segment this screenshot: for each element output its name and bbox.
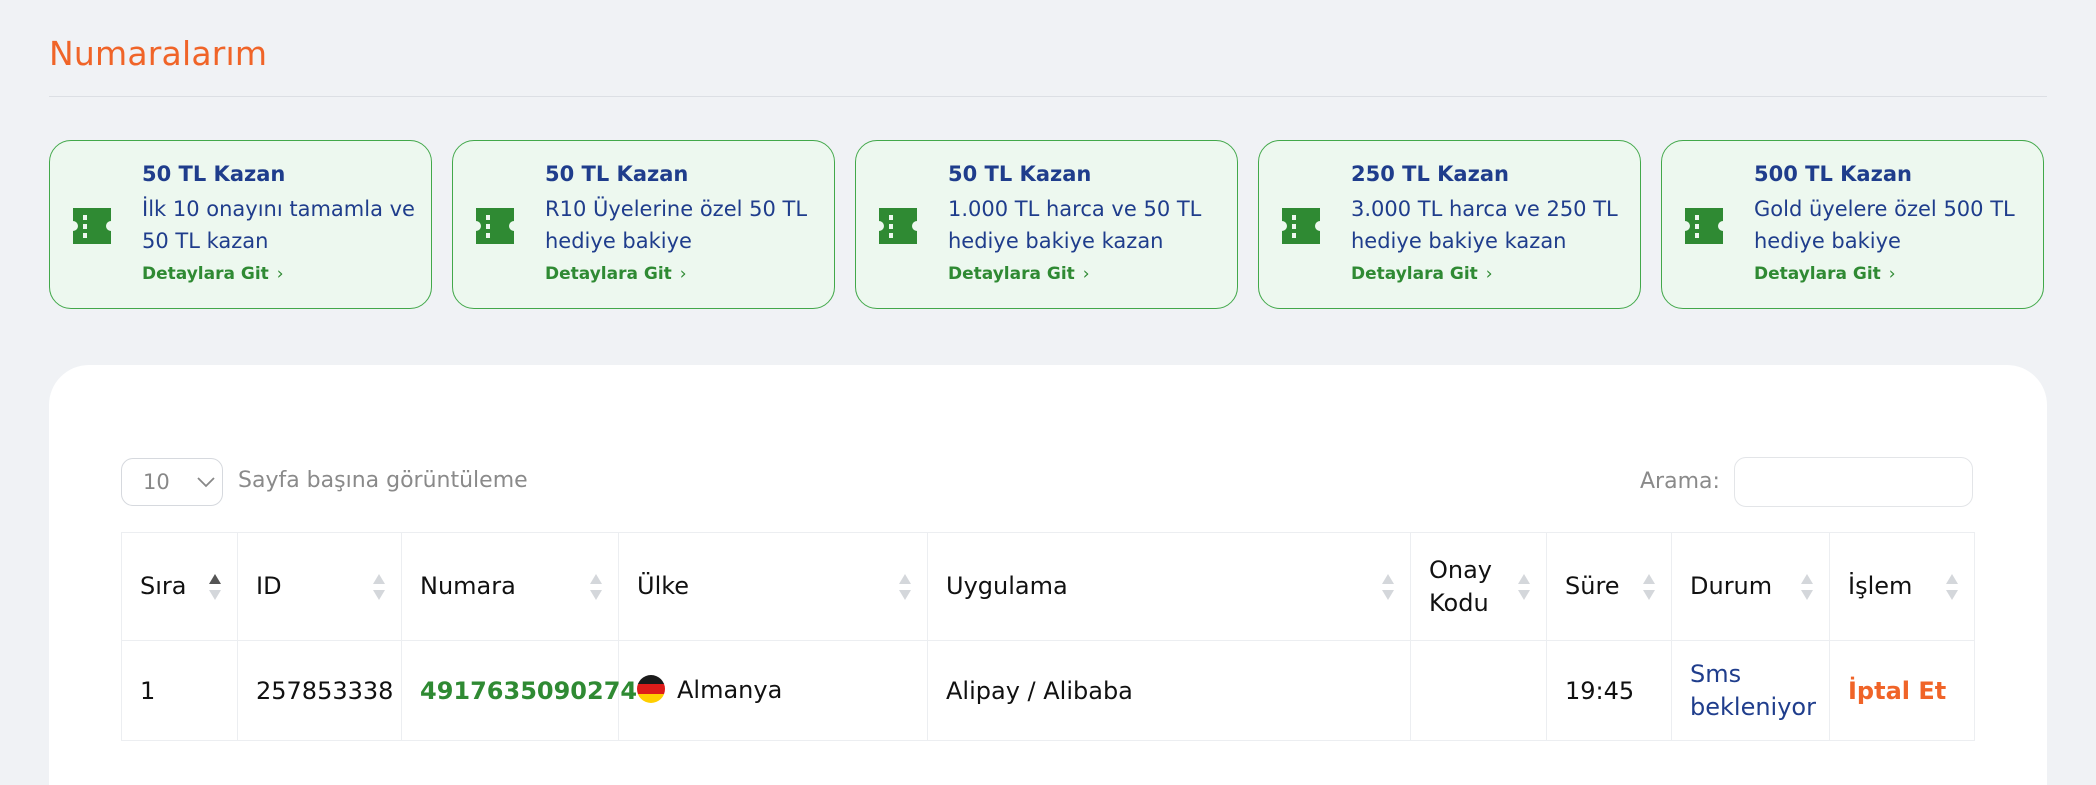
promo-title: 50 TL Kazan [545,162,689,186]
promo-card[interactable]: 50 TL Kazan R10 Üyelerine özel 50 TL hed… [452,140,835,309]
cell-sira: 1 [121,640,238,741]
promo-link-label: Detaylara Git [142,264,269,284]
ticket-icon [476,208,514,244]
column-header-uygulama[interactable]: Uygulama [927,532,1411,641]
cell-id: 257853338 [237,640,402,741]
page-length-value: 10 [143,470,170,494]
sort-icon [899,574,911,600]
sort-icon [1382,574,1394,600]
column-header-numara[interactable]: Numara [401,532,619,641]
column-label: Numara [420,572,516,600]
chevron-right-icon: › [1485,264,1493,284]
promo-link-label: Detaylara Git [1754,264,1881,284]
ticket-icon [1685,208,1723,244]
column-label: Uygulama [946,572,1068,600]
promo-title: 50 TL Kazan [948,162,1092,186]
promo-description: 1.000 TL harca ve 50 TL hediye bakiye ka… [948,197,1202,253]
page-title: Numaralarım [49,34,268,73]
column-label: Durum [1690,572,1773,600]
sort-icon [1801,574,1813,600]
column-label: Süre [1565,572,1620,600]
promo-link-label: Detaylara Git [1351,264,1478,284]
sort-icon [1518,574,1530,600]
phone-number-link[interactable]: 4917635090274 [420,677,637,705]
column-header-id[interactable]: ID [237,532,402,641]
column-label: ID [256,572,282,600]
column-header-sira[interactable]: Sıra [121,532,238,641]
sort-icon [373,574,385,600]
status-text: Sms bekleniyor [1690,659,1816,721]
promo-card[interactable]: 50 TL Kazan 1.000 TL harca ve 50 TL hedi… [855,140,1238,309]
promo-title: 250 TL Kazan [1351,162,1509,186]
chevron-right-icon: › [276,264,284,284]
column-header-onay-kodu[interactable]: Onay Kodu [1410,532,1547,641]
cell-sure: 19:45 [1546,640,1672,741]
column-header-islem[interactable]: İşlem [1829,532,1975,641]
promo-link-label: Detaylara Git [545,264,672,284]
promo-card[interactable]: 500 TL Kazan Gold üyelere özel 500 TL he… [1661,140,2044,309]
promo-details-link[interactable]: Detaylara Git › [142,262,422,286]
chevron-down-icon [197,477,215,488]
ticket-icon [1282,208,1320,244]
column-label: Sıra [140,572,187,600]
promo-link-label: Detaylara Git [948,264,1075,284]
sort-icon [590,574,602,600]
cell-islem: İptal Et [1829,640,1975,741]
promo-description: 3.000 TL harca ve 250 TL hediye bakiye k… [1351,197,1618,253]
search-label: Arama: [1640,469,1720,494]
column-label: Onay Kodu [1429,555,1493,617]
cancel-button[interactable]: İptal Et [1848,677,1946,705]
table-header-row: Sıra ID Numara Ülke Uygulama Onay Kodu S… [121,532,1975,641]
chevron-right-icon: › [1888,264,1896,284]
title-divider [49,96,2047,97]
column-header-durum[interactable]: Durum [1671,532,1830,641]
table-row: 1 257853338 4917635090274 Almanya Alipay… [121,640,1975,741]
sort-icon [1946,574,1958,600]
chevron-right-icon: › [679,264,687,284]
promo-details-link[interactable]: Detaylara Git › [1754,262,2034,286]
promo-description: Gold üyelere özel 500 TL hediye bakiye [1754,197,2015,253]
promo-details-link[interactable]: Detaylara Git › [545,262,825,286]
page-length-label: Sayfa başına görüntüleme [238,468,528,493]
cell-durum: Sms bekleniyor [1671,640,1830,741]
cell-ulke: Almanya [618,640,928,741]
sort-ascending-icon [209,574,221,600]
column-header-sure[interactable]: Süre [1546,532,1672,641]
cell-uygulama: Alipay / Alibaba [927,640,1411,741]
promo-card[interactable]: 250 TL Kazan 3.000 TL harca ve 250 TL he… [1258,140,1641,309]
ticket-icon [73,208,111,244]
search-input[interactable] [1734,457,1973,507]
promo-details-link[interactable]: Detaylara Git › [948,262,1228,286]
column-label: İşlem [1848,572,1913,600]
promo-card-list: 50 TL Kazan İlk 10 onayını tamamla ve 50… [49,140,2047,311]
sort-icon [1643,574,1655,600]
cell-numara: 4917635090274 [401,640,637,741]
promo-card[interactable]: 50 TL Kazan İlk 10 onayını tamamla ve 50… [49,140,432,309]
column-label: Ülke [637,572,690,600]
promo-details-link[interactable]: Detaylara Git › [1351,262,1631,286]
column-header-ulke[interactable]: Ülke [618,532,928,641]
chevron-right-icon: › [1082,264,1090,284]
promo-description: İlk 10 onayını tamamla ve 50 TL kazan [142,197,415,253]
promo-description: R10 Üyelerine özel 50 TL hediye bakiye [545,197,808,253]
numbers-table: Sıra ID Numara Ülke Uygulama Onay Kodu S… [121,532,1975,741]
numbers-table-panel: 10 Sayfa başına görüntüleme Arama: Sıra … [49,365,2047,785]
country-name: Almanya [677,676,783,704]
page-length-select[interactable]: 10 [121,458,223,506]
promo-title: 50 TL Kazan [142,162,286,186]
germany-flag-icon [637,675,665,703]
ticket-icon [879,208,917,244]
cell-onay-kodu [1410,640,1547,741]
promo-title: 500 TL Kazan [1754,162,1912,186]
